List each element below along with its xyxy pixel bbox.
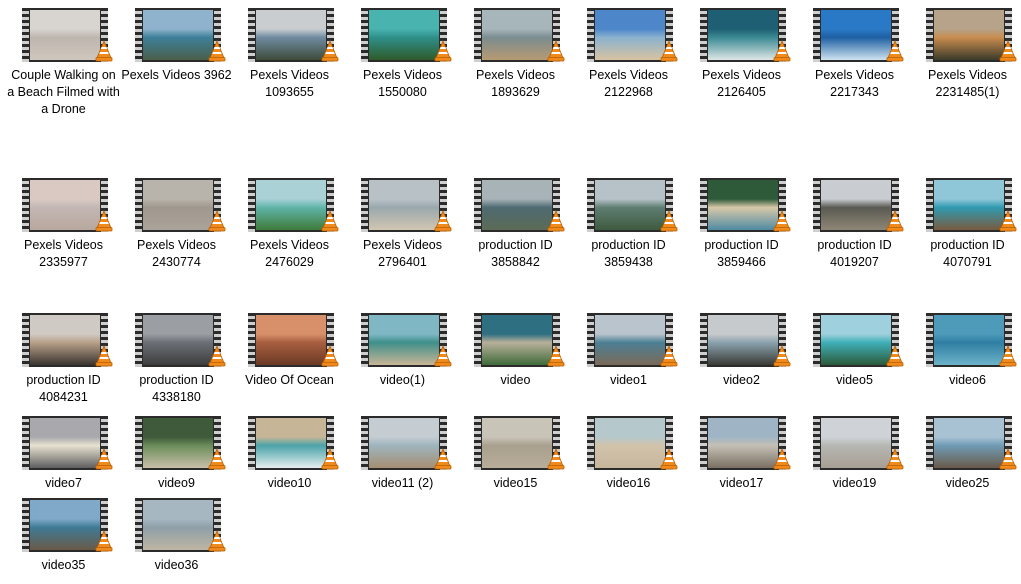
vlc-cone-icon	[885, 39, 905, 62]
vlc-cone-icon	[998, 39, 1018, 62]
vlc-cone-icon	[94, 39, 114, 62]
file-name: video(1)	[379, 373, 426, 387]
vlc-cone-icon	[772, 447, 792, 470]
vlc-cone-icon	[772, 344, 792, 367]
file-name: production ID 4070791	[930, 238, 1005, 269]
file-name: production ID 4338180	[139, 373, 214, 404]
file-name: production ID 3858842	[478, 238, 553, 269]
file-name: video11 (2)	[371, 476, 434, 490]
file-name: video6	[949, 373, 986, 387]
vlc-cone-icon	[659, 447, 679, 470]
vlc-cone-icon	[94, 529, 114, 552]
file-name: production ID 3859466	[704, 238, 779, 269]
vlc-cone-icon	[433, 209, 453, 232]
file-name: video16	[606, 476, 651, 490]
file-name: video2	[723, 373, 760, 387]
file-name: Pexels Videos 1893629	[476, 68, 555, 99]
vlc-cone-icon	[885, 209, 905, 232]
vlc-cone-icon	[998, 447, 1018, 470]
vlc-cone-icon	[320, 447, 340, 470]
vlc-cone-icon	[320, 209, 340, 232]
vlc-cone-icon	[659, 344, 679, 367]
file-name: video15	[493, 476, 538, 490]
vlc-cone-icon	[546, 39, 566, 62]
file-name: Pexels Videos 3962	[121, 68, 232, 82]
vlc-cone-icon	[546, 209, 566, 232]
file-name: production ID 3859438	[591, 238, 666, 269]
vlc-cone-icon	[998, 344, 1018, 367]
file-name: Pexels Videos 1550080	[363, 68, 442, 99]
file-name: video35	[41, 558, 86, 572]
vlc-cone-icon	[433, 39, 453, 62]
vlc-cone-icon	[320, 344, 340, 367]
vlc-cone-icon	[659, 209, 679, 232]
vlc-cone-icon	[998, 209, 1018, 232]
file-name: Pexels Videos 2126405	[702, 68, 781, 99]
file-grid: Couple Walking on a Beach Filmed with a …	[0, 0, 1021, 584]
vlc-cone-icon	[433, 344, 453, 367]
file-name: Pexels Videos 2796401	[363, 238, 442, 269]
file-name: production ID 4084231	[26, 373, 101, 404]
file-name: Video Of Ocean	[245, 373, 334, 387]
file-name: video	[500, 373, 531, 387]
file-name: Pexels Videos 1093655	[250, 68, 329, 99]
vlc-cone-icon	[772, 39, 792, 62]
vlc-cone-icon	[207, 529, 227, 552]
vlc-cone-icon	[546, 344, 566, 367]
vlc-cone-icon	[433, 447, 453, 470]
file-name: video25	[945, 476, 990, 490]
vlc-cone-icon	[207, 344, 227, 367]
file-name: video7	[45, 476, 82, 490]
vlc-cone-icon	[207, 447, 227, 470]
vlc-cone-icon	[207, 39, 227, 62]
file-name: Couple Walking on a Beach Filmed with a …	[7, 68, 120, 116]
file-name: video5	[836, 373, 873, 387]
vlc-cone-icon	[94, 209, 114, 232]
file-name: Pexels Videos 2335977	[24, 238, 103, 269]
vlc-cone-icon	[94, 344, 114, 367]
file-name: Pexels Videos 2476029	[250, 238, 329, 269]
file-name: Pexels Videos 2122968	[589, 68, 668, 99]
vlc-cone-icon	[94, 447, 114, 470]
file-name: video17	[719, 476, 764, 490]
file-name: video10	[267, 476, 312, 490]
vlc-cone-icon	[885, 447, 905, 470]
vlc-cone-icon	[659, 39, 679, 62]
file-name: Pexels Videos 2430774	[137, 238, 216, 269]
file-name: production ID 4019207	[817, 238, 892, 269]
file-name: video19	[832, 476, 877, 490]
vlc-cone-icon	[546, 447, 566, 470]
file-name: Pexels Videos 2217343	[815, 68, 894, 99]
vlc-cone-icon	[207, 209, 227, 232]
file-name: video1	[610, 373, 647, 387]
file-name: video36	[154, 558, 199, 572]
vlc-cone-icon	[885, 344, 905, 367]
file-name: Pexels Videos 2231485(1)	[928, 68, 1007, 99]
vlc-cone-icon	[772, 209, 792, 232]
vlc-cone-icon	[320, 39, 340, 62]
file-name: video9	[158, 476, 195, 490]
